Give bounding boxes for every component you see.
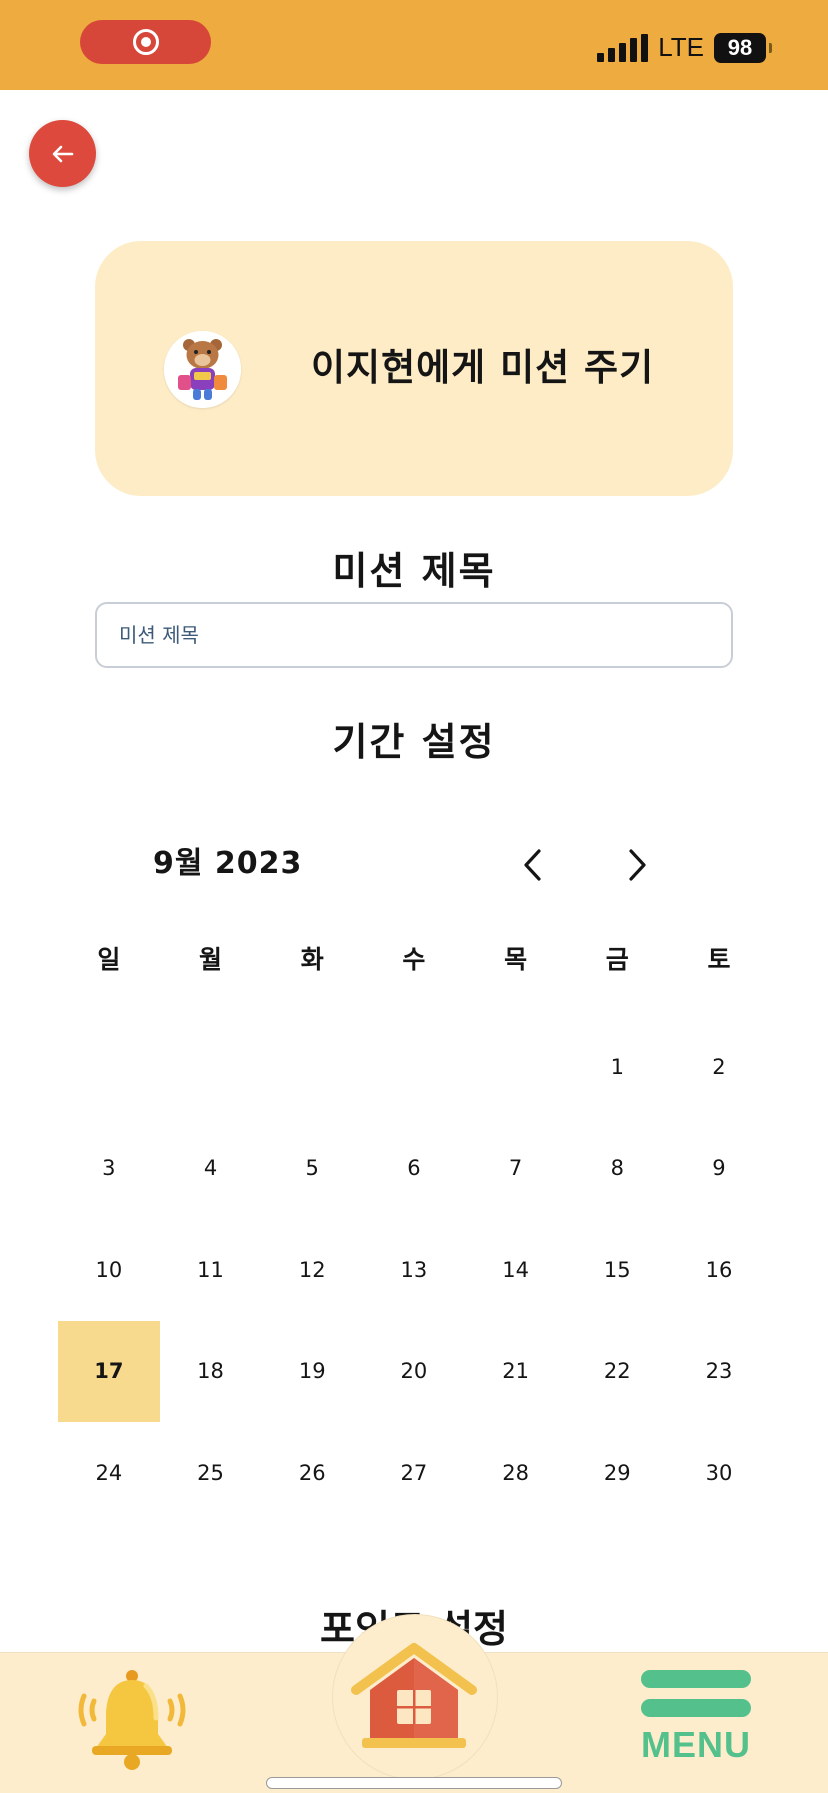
calendar-day[interactable]: 5 <box>261 1118 363 1220</box>
calendar-day[interactable]: 16 <box>668 1219 770 1321</box>
calendar-day[interactable]: 28 <box>465 1422 567 1524</box>
calendar-day[interactable]: 20 <box>363 1321 465 1423</box>
menu-icon <box>641 1670 751 1688</box>
calendar-month-label: 9월 2023 <box>153 846 303 881</box>
period-label: 기간 설정 <box>332 720 496 764</box>
weekday-label: 목 <box>504 945 528 974</box>
calendar-day[interactable]: 12 <box>261 1219 363 1321</box>
calendar-day[interactable]: 19 <box>261 1321 363 1423</box>
battery-level: 98 <box>727 34 753 60</box>
bear-avatar-icon <box>164 331 241 408</box>
avatar <box>164 331 241 408</box>
next-month-button[interactable] <box>618 842 658 888</box>
weekday-label: 금 <box>605 945 629 974</box>
empty-day-cell <box>465 1016 567 1118</box>
screen-record-indicator[interactable] <box>80 20 211 64</box>
prev-month-button[interactable] <box>512 842 552 888</box>
network-label: LTE <box>658 32 704 62</box>
weekday-label: 토 <box>707 945 731 974</box>
home-indicator <box>266 1777 562 1789</box>
menu-button[interactable]: MENU <box>638 1670 754 1766</box>
calendar-day[interactable]: 11 <box>160 1219 262 1321</box>
calendar-day[interactable]: 10 <box>58 1219 160 1321</box>
calendar-day[interactable]: 30 <box>668 1422 770 1524</box>
chevron-right-icon <box>629 849 646 881</box>
notifications-button[interactable] <box>76 1668 188 1776</box>
calendar-day[interactable]: 24 <box>58 1422 160 1524</box>
weekday-header: 일월화수목금토 <box>58 940 770 976</box>
empty-day-cell <box>160 1016 262 1118</box>
calendar-day[interactable]: 22 <box>566 1321 668 1423</box>
record-icon <box>132 29 159 55</box>
calendar-day[interactable]: 18 <box>160 1321 262 1423</box>
calendar-day[interactable]: 14 <box>465 1219 567 1321</box>
empty-day-cell <box>58 1016 160 1118</box>
arrow-left-icon <box>52 145 73 162</box>
bell-icon <box>78 1670 186 1770</box>
calendar-day[interactable]: 23 <box>668 1321 770 1423</box>
calendar-day[interactable]: 26 <box>261 1422 363 1524</box>
calendar-day[interactable]: 15 <box>566 1219 668 1321</box>
calendar-day-selected[interactable]: 17 <box>58 1320 160 1422</box>
weekday-label: 월 <box>199 945 223 974</box>
weekday-label: 화 <box>300 945 324 974</box>
menu-icon-bar <box>641 1699 751 1717</box>
home-button[interactable] <box>350 1640 478 1756</box>
signal-icon <box>597 33 649 62</box>
battery-icon: 98 <box>714 32 772 63</box>
calendar-day[interactable]: 3 <box>58 1118 160 1220</box>
empty-day-cell <box>261 1016 363 1118</box>
page-title: 이지현에게 미션 주기 <box>311 346 655 389</box>
mission-title-input[interactable] <box>95 602 733 668</box>
empty-day-cell <box>363 1016 465 1118</box>
chevron-left-icon <box>524 849 541 881</box>
calendar-day[interactable]: 7 <box>465 1118 567 1220</box>
mission-title-label: 미션 제목 <box>332 549 496 593</box>
calendar-day[interactable]: 6 <box>363 1118 465 1220</box>
calendar-day[interactable]: 2 <box>668 1016 770 1118</box>
calendar-day[interactable]: 29 <box>566 1422 668 1524</box>
calendar-day[interactable]: 8 <box>566 1118 668 1220</box>
calendar-day[interactable]: 25 <box>160 1422 262 1524</box>
weekday-label: 일 <box>97 945 121 974</box>
calendar-day[interactable]: 9 <box>668 1118 770 1220</box>
calendar-day[interactable]: 1 <box>566 1016 668 1118</box>
status-right: LTE 98 <box>597 32 772 63</box>
menu-label: MENU <box>641 1724 751 1765</box>
back-button[interactable] <box>29 120 96 187</box>
home-icon <box>351 1643 477 1748</box>
status-bar: LTE 98 <box>0 0 828 90</box>
calendar-day[interactable]: 21 <box>465 1321 567 1423</box>
calendar-day[interactable]: 13 <box>363 1219 465 1321</box>
calendar-day[interactable]: 27 <box>363 1422 465 1524</box>
mission-target-card: 이지현에게 미션 주기 <box>95 241 733 496</box>
calendar-day[interactable]: 4 <box>160 1118 262 1220</box>
weekday-label: 수 <box>402 945 426 974</box>
calendar-grid: 1 2 3 4 5 6 7 8 9 10 11 12 13 14 15 16 17 18 19 20 21 22 23 24 2… <box>58 1016 770 1524</box>
